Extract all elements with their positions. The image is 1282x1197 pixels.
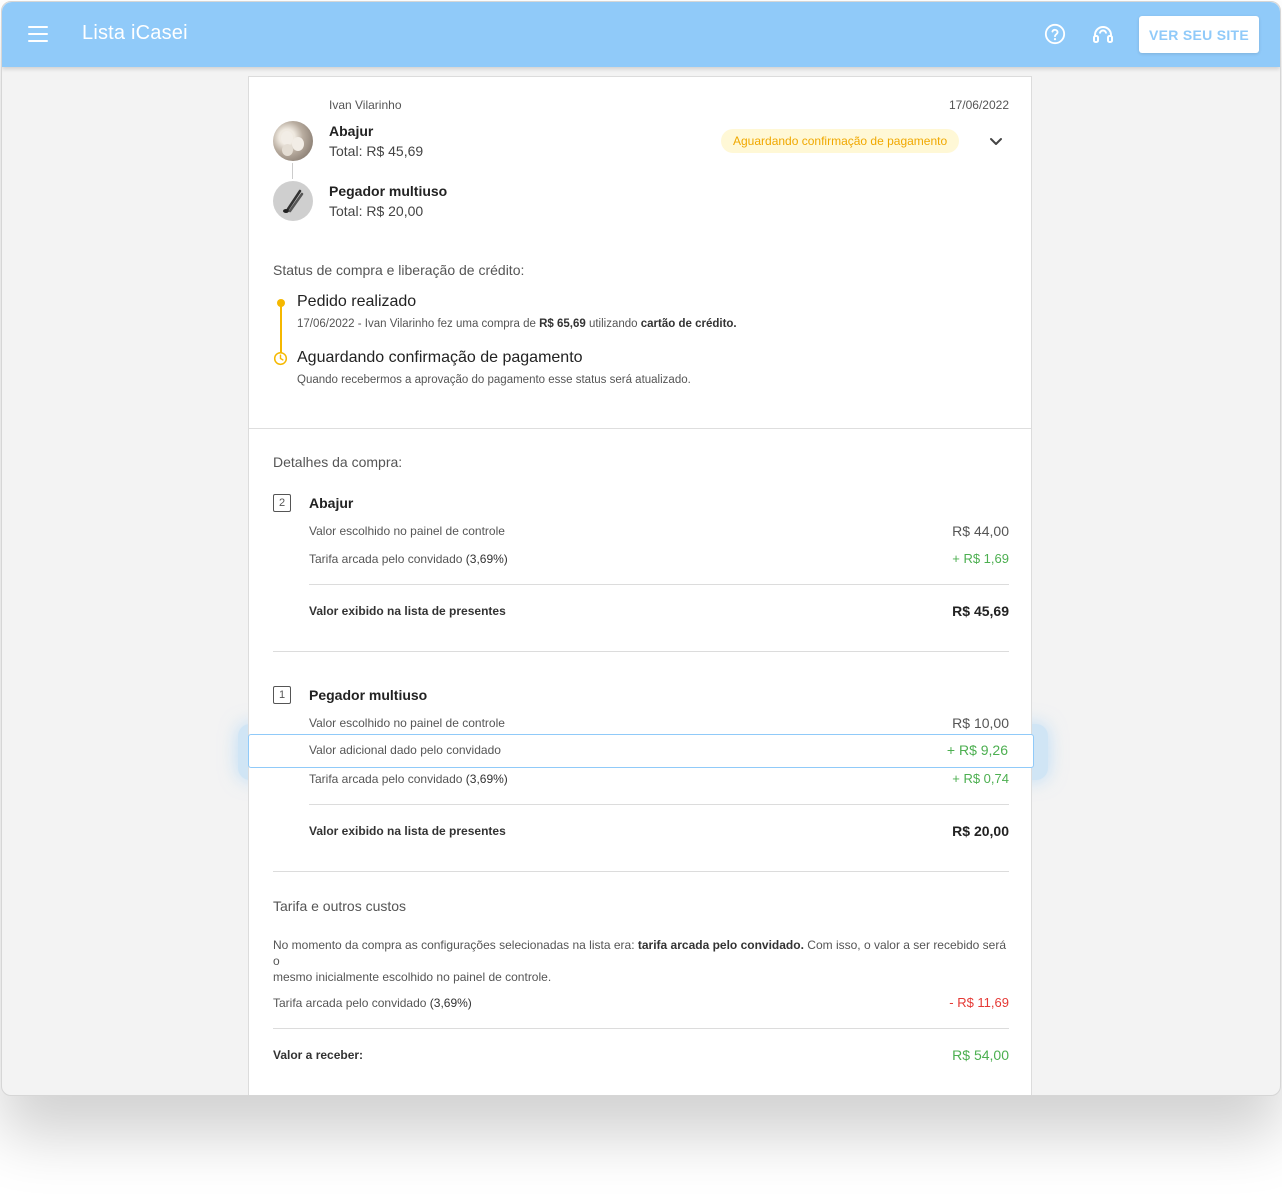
product-divider	[273, 871, 1009, 872]
total-value: R$ 20,00	[952, 823, 1009, 839]
row-value: R$ 44,00	[952, 523, 1009, 539]
item-total: Total: R$ 20,00	[329, 203, 424, 219]
row-label: Valor adicional dado pelo convidado	[309, 743, 501, 757]
receive-value: R$ 54,00	[952, 1047, 1009, 1063]
item-total: Total: R$ 45,69	[329, 143, 424, 159]
row-label: Valor escolhido no painel de controle	[309, 716, 505, 730]
buyer-name: Ivan Vilarinho	[329, 98, 402, 112]
row-value: + R$ 9,26	[946, 742, 1008, 758]
items-connector	[292, 163, 293, 179]
product-name: Pegador multiuso	[309, 687, 428, 703]
product-divider	[273, 651, 1009, 652]
app-title: Lista iCasei	[82, 22, 188, 44]
receive-label: Valor a receber:	[273, 1048, 364, 1062]
total-value: R$ 45,69	[952, 603, 1009, 619]
step-description: 17/06/2022 - Ivan Vilarinho fez uma comp…	[297, 318, 737, 330]
abajur-thumbnail	[273, 121, 313, 161]
row-value: + R$ 0,74	[952, 771, 1009, 786]
view-site-button[interactable]: VER SEU SITE	[1139, 16, 1259, 53]
hamburger-menu-icon[interactable]	[28, 26, 48, 42]
clock-icon	[273, 351, 288, 366]
order-card: Ivan Vilarinho 17/06/2022 Abajur Total: …	[248, 76, 1032, 1095]
row-divider	[309, 584, 1009, 585]
quantity-box: 1	[273, 686, 291, 704]
status-badge: Aguardando confirmação de pagamento	[721, 129, 960, 153]
fee-value: - R$ 11,69	[949, 995, 1009, 1010]
chevron-down-icon[interactable]	[988, 133, 1004, 149]
item-name: Abajur	[329, 123, 374, 139]
status-heading: Status de compra e liberação de crédito:	[273, 262, 525, 278]
fees-note: No momento da compra as configurações se…	[273, 938, 1007, 984]
row-value: + R$ 1,69	[952, 551, 1009, 566]
row-value: R$ 10,00	[952, 715, 1009, 731]
row-label: Tarifa arcada pelo convidado (3,69%)	[309, 552, 508, 566]
timeline-line	[280, 305, 282, 355]
section-divider	[249, 428, 1031, 429]
total-label: Valor exibido na lista de presentes	[309, 604, 506, 618]
item-name: Pegador multiuso	[329, 183, 448, 199]
product-name: Abajur	[309, 495, 354, 511]
pegador-thumbnail	[273, 181, 313, 221]
page-bottom	[0, 1096, 1282, 1197]
details-heading: Detalhes da compra:	[273, 454, 403, 470]
row-label: Valor escolhido no painel de controle	[309, 524, 505, 538]
row-label: Tarifa arcada pelo convidado (3,69%)	[309, 772, 508, 786]
fees-heading: Tarifa e outros custos	[273, 898, 407, 914]
total-label: Valor exibido na lista de presentes	[309, 824, 506, 838]
help-circle-icon[interactable]	[1044, 23, 1066, 45]
fee-label: Tarifa arcada pelo convidado (3,69%)	[273, 996, 472, 1010]
quantity-box: 2	[273, 494, 291, 512]
step-title: Aguardando confirmação de pagamento	[297, 349, 583, 366]
step-description: Quando recebermos a aprovação do pagamen…	[297, 374, 691, 386]
timeline-dot	[277, 299, 285, 307]
headset-icon[interactable]	[1091, 23, 1115, 47]
step-title: Pedido realizado	[297, 293, 417, 310]
order-date: 17/06/2022	[948, 98, 1009, 112]
fees-divider	[273, 1028, 1009, 1029]
top-app-bar: Lista iCasei VER SEU SITE	[2, 2, 1280, 67]
row-divider	[309, 804, 1009, 805]
